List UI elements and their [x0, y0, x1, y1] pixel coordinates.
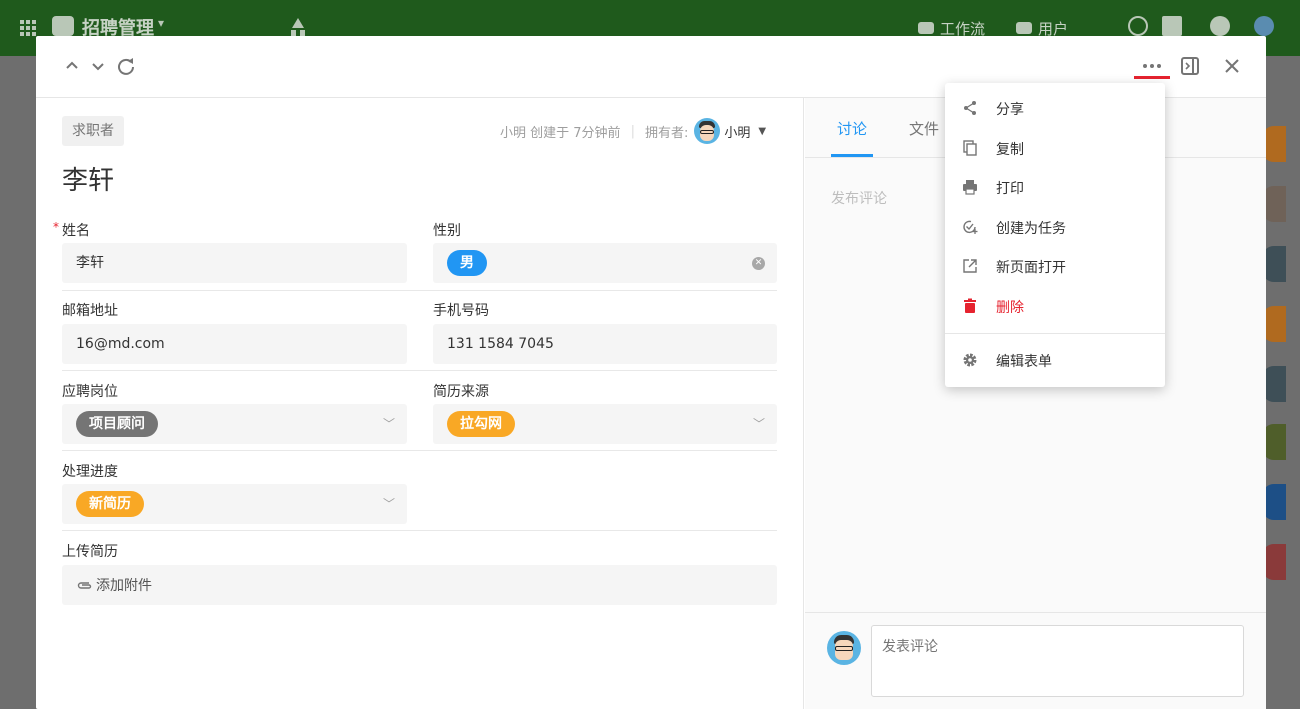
- worksheet-tag[interactable]: 求职者: [62, 116, 124, 146]
- record-title: 李轩: [62, 166, 115, 196]
- hierarchy-icon[interactable]: [288, 16, 308, 38]
- field-label-email: 邮箱地址: [62, 303, 118, 319]
- app-logo-icon: [52, 16, 74, 36]
- owner-avatar[interactable]: [694, 118, 721, 144]
- position-select[interactable]: 项目顾问 ﹀: [62, 404, 407, 444]
- progress-select[interactable]: 新简历 ﹀: [62, 484, 407, 524]
- menu-item-copy[interactable]: 复制: [945, 128, 1165, 168]
- field-divider: [62, 370, 777, 371]
- created-time: 创建于 7分钟前: [530, 125, 621, 141]
- owner-name[interactable]: 小明: [724, 122, 750, 141]
- gender-pill: 男: [447, 250, 487, 276]
- sidebar-collapse-icon[interactable]: [1178, 54, 1202, 78]
- tab-files[interactable]: 文件: [909, 118, 939, 139]
- comment-empty-hint: 发布评论: [831, 191, 887, 207]
- tab-discussion[interactable]: 讨论: [837, 118, 867, 139]
- progress-pill: 新简历: [76, 491, 144, 517]
- menu-item-label: 删除: [996, 300, 1024, 316]
- add-attachment-label: 添加附件: [96, 578, 152, 594]
- paperclip-icon: [76, 565, 92, 605]
- menu-item-label: 打印: [996, 181, 1024, 197]
- menu-item-label: 分享: [996, 102, 1024, 118]
- field-label-phone: 手机号码: [433, 303, 489, 319]
- gear-icon: [961, 352, 979, 368]
- chevron-up-icon[interactable]: [60, 54, 84, 78]
- chevron-down-icon[interactable]: [86, 54, 110, 78]
- field-label-position: 应聘岗位: [62, 384, 118, 400]
- phone-field[interactable]: 131 1584 7045: [433, 324, 777, 364]
- email-field[interactable]: 16@md.com: [62, 324, 407, 364]
- field-label-source: 简历来源: [433, 384, 489, 400]
- record-form-pane: 求职者 小明 创建于 7分钟前 | 拥有者: 小明 ▼ 李轩 * 姓名 李轩 性别…: [36, 98, 804, 709]
- creator-name: 小明: [500, 125, 527, 141]
- share-icon: [961, 100, 979, 116]
- meta-divider: |: [630, 123, 635, 139]
- active-tab-indicator: [831, 154, 873, 157]
- search-icon[interactable]: [1128, 16, 1148, 36]
- current-user-avatar: [827, 631, 861, 665]
- name-field[interactable]: 李轩: [62, 243, 407, 283]
- close-icon[interactable]: [1220, 54, 1244, 78]
- clear-icon[interactable]: ✕: [752, 257, 765, 270]
- background-sidebar: [0, 56, 36, 709]
- owner-label: 拥有者:: [644, 125, 689, 141]
- field-divider: [62, 450, 777, 451]
- menu-item-label: 编辑表单: [996, 354, 1052, 370]
- menu-item-label: 新页面打开: [996, 260, 1066, 276]
- chevron-down-icon: ﹀: [382, 497, 395, 511]
- gender-field[interactable]: 男 ✕: [433, 243, 777, 283]
- menu-item-label: 创建为任务: [996, 221, 1066, 237]
- menu-item-label: 复制: [996, 142, 1024, 158]
- menu-item-share[interactable]: 分享: [945, 88, 1165, 128]
- print-icon: [961, 179, 979, 195]
- menu-item-print[interactable]: 打印: [945, 167, 1165, 207]
- chevron-down-icon: ﹀: [752, 417, 765, 431]
- chevron-down-icon: ﹀: [382, 417, 395, 431]
- source-select[interactable]: 拉勾网 ﹀: [433, 404, 777, 444]
- help-icon[interactable]: [1210, 16, 1230, 36]
- users-icon: [1016, 22, 1032, 34]
- owner-caret-icon[interactable]: ▼: [758, 126, 766, 137]
- comment-input[interactable]: [871, 625, 1244, 697]
- menu-item-open-new-page[interactable]: 新页面打开: [945, 246, 1165, 286]
- copy-icon: [961, 140, 979, 156]
- more-actions-menu: 分享 复制 打印 创建为任务 新页面打开 删除 编辑表单: [945, 83, 1165, 387]
- field-label-gender: 性别: [433, 223, 461, 239]
- user-avatar[interactable]: [1254, 16, 1274, 36]
- more-horizontal-icon: [1143, 64, 1161, 68]
- field-divider: [62, 530, 777, 531]
- menu-item-delete[interactable]: 删除: [945, 286, 1165, 326]
- workflow-icon: [918, 22, 934, 34]
- field-divider: [62, 290, 777, 291]
- menu-divider: [945, 333, 1165, 334]
- refresh-icon[interactable]: [114, 54, 138, 78]
- menu-item-edit-form[interactable]: 编辑表单: [945, 340, 1165, 380]
- more-button[interactable]: [1134, 54, 1170, 80]
- delete-icon: [961, 298, 979, 314]
- menu-item-create-task[interactable]: 创建为任务: [945, 207, 1165, 247]
- more-active-indicator: [1134, 76, 1170, 79]
- field-label-name: * 姓名: [53, 220, 90, 239]
- record-meta: 小明 创建于 7分钟前 | 拥有者: 小明 ▼: [500, 118, 766, 144]
- position-pill: 项目顾问: [76, 411, 158, 437]
- source-pill: 拉勾网: [447, 411, 515, 437]
- open-new-icon: [961, 258, 979, 274]
- app-caret-icon[interactable]: ▾: [158, 16, 164, 30]
- required-mark: *: [53, 220, 59, 234]
- field-label-resume: 上传简历: [62, 544, 118, 560]
- comment-composer: [805, 612, 1266, 709]
- app-grid-icon[interactable]: [20, 20, 36, 36]
- notes-icon[interactable]: [1162, 16, 1182, 36]
- task-icon: [961, 219, 979, 235]
- add-attachment-button[interactable]: 添加附件: [62, 565, 777, 605]
- field-label-progress: 处理进度: [62, 464, 118, 480]
